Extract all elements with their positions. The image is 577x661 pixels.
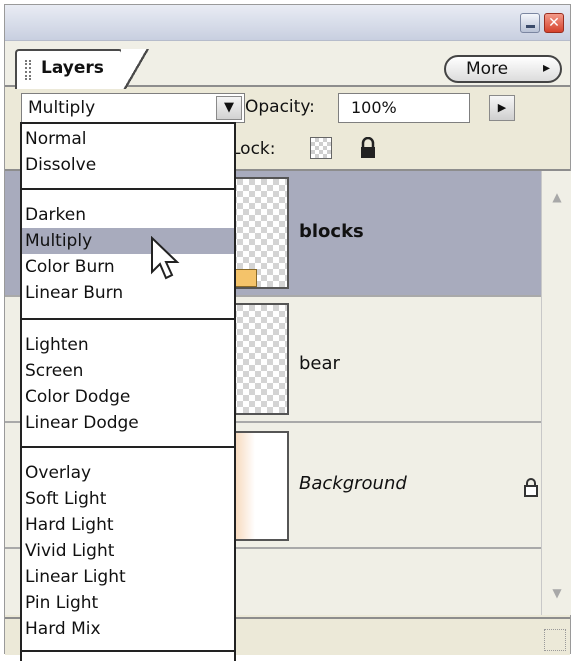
tab-layers[interactable]: Layers <box>15 49 123 89</box>
blend-option[interactable]: Normal <box>22 126 234 152</box>
scroll-down-icon[interactable]: ▼ <box>545 581 569 605</box>
more-button[interactable]: More ▸ <box>444 55 562 83</box>
dropdown-separator <box>22 446 234 448</box>
layer-name-background[interactable]: Background <box>299 473 407 494</box>
close-button[interactable]: ✕ <box>544 13 564 33</box>
blend-mode-dropdown: Normal Dissolve Darken Multiply Color Bu… <box>20 122 236 661</box>
blend-option[interactable]: Vivid Light <box>22 538 234 564</box>
opacity-slider-arrow-icon[interactable]: ▶ <box>489 95 515 121</box>
blend-option[interactable]: Pin Light <box>22 590 234 616</box>
opacity-input[interactable]: 100% <box>338 93 470 123</box>
dropdown-separator <box>22 318 234 320</box>
layer-effect-badge-icon <box>235 269 257 287</box>
scroll-up-icon[interactable]: ▲ <box>545 185 569 209</box>
lock-all-icon[interactable] <box>359 137 377 159</box>
close-icon: ✕ <box>548 15 560 31</box>
tab-grip-icon[interactable] <box>25 60 31 80</box>
blend-option[interactable]: Dissolve <box>22 152 234 178</box>
blend-mode-value: Multiply <box>28 98 96 118</box>
blend-mode-select[interactable]: Multiply ▼ <box>21 93 245 123</box>
dropdown-separator <box>22 188 234 190</box>
panel-title-bar[interactable]: ✕ <box>5 5 570 41</box>
mouse-pointer-icon <box>151 236 180 280</box>
blend-option[interactable]: Lighten <box>22 332 234 358</box>
blend-option[interactable]: Hard Mix <box>22 616 234 642</box>
more-button-label: More <box>466 59 509 79</box>
layers-scrollbar[interactable]: ▲ ▼ <box>541 171 571 615</box>
blend-option[interactable]: Screen <box>22 358 234 384</box>
blend-option[interactable]: Linear Burn <box>22 280 234 306</box>
chevron-down-icon[interactable]: ▼ <box>216 96 242 120</box>
dropdown-separator <box>22 650 234 652</box>
more-arrow-icon: ▸ <box>542 60 550 76</box>
resize-grip-icon[interactable] <box>544 629 566 651</box>
blend-option[interactable]: Darken <box>22 202 234 228</box>
layer-name-blocks[interactable]: blocks <box>299 221 364 242</box>
tab-layers-label: Layers <box>41 58 104 78</box>
opacity-label: Opacity: <box>245 97 315 117</box>
blend-option[interactable]: Hard Light <box>22 512 234 538</box>
layer-name-bear[interactable]: bear <box>299 353 340 374</box>
lock-label: Lock: <box>231 139 276 159</box>
lock-transparent-pixels-icon[interactable] <box>310 137 332 159</box>
blend-option[interactable]: Color Burn <box>22 254 234 280</box>
opacity-value: 100% <box>351 98 397 117</box>
blend-option[interactable]: Linear Dodge <box>22 410 234 436</box>
blend-option[interactable]: Color Dodge <box>22 384 234 410</box>
blend-option[interactable]: Overlay <box>22 460 234 486</box>
layers-panel-window: ✕ Layers More ▸ Multiply ▼ Opacity: 100%… <box>0 0 577 661</box>
layer-lock-icon <box>524 478 538 497</box>
blend-option-selected[interactable]: Multiply <box>22 228 234 254</box>
minimize-button[interactable] <box>520 13 540 33</box>
tab-edge <box>121 49 151 89</box>
tab-row: Layers More ▸ <box>5 41 570 89</box>
blend-option[interactable]: Linear Light <box>22 564 234 590</box>
blend-option[interactable]: Soft Light <box>22 486 234 512</box>
